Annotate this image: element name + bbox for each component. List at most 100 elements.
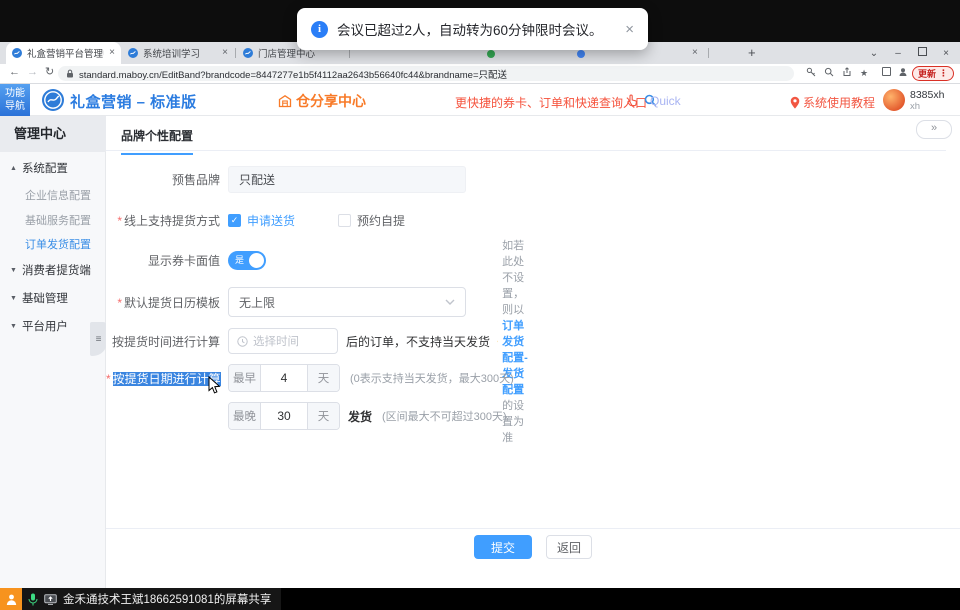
- chevron-up-icon: ▲: [10, 165, 17, 172]
- checkbox-self-pickup[interactable]: [338, 214, 351, 227]
- checkbox-self-pickup-label[interactable]: 预约自提: [357, 212, 405, 229]
- field-label: *默认提货日历模板: [106, 294, 228, 311]
- tab-close-icon[interactable]: ×: [222, 48, 228, 58]
- hidden-tab-favicon: [487, 50, 495, 58]
- warehouse-share-center-link[interactable]: 仓分享中心: [278, 91, 366, 111]
- user-sub: xh: [910, 101, 920, 112]
- update-label: 更新: [918, 67, 936, 80]
- nav-toggle-line2: 导航: [5, 100, 25, 113]
- back-icon[interactable]: ←: [9, 67, 20, 78]
- window-close-button[interactable]: ×: [934, 48, 958, 59]
- tab-close-icon[interactable]: ×: [109, 48, 115, 58]
- field-label: 显示券卡面值: [106, 252, 228, 269]
- time-calc-after-text: 后的订单，不支持当天发货: [346, 333, 490, 350]
- footer-divider: [106, 528, 960, 529]
- earliest-days-input[interactable]: 4: [261, 365, 307, 391]
- sidebar-group-system-config[interactable]: ▲ 系统配置: [0, 160, 106, 176]
- show-value-toggle[interactable]: 是: [228, 251, 266, 270]
- form-row-calendar-template: *默认提货日历模板 无上限: [106, 287, 466, 317]
- window-controls: ⌄ – ×: [862, 42, 958, 64]
- sidebar-group-consumer-pickup[interactable]: ▼ 消费者提货端: [0, 262, 106, 278]
- latest-unit: 天: [307, 403, 339, 429]
- zoom-icon[interactable]: [824, 67, 834, 82]
- time-picker-input[interactable]: 选择时间: [228, 328, 338, 354]
- sidebar-group-basic-management[interactable]: ▼ 基础管理: [0, 290, 106, 306]
- chevron-down-icon: ▼: [10, 323, 17, 330]
- new-tab-button[interactable]: +: [748, 45, 756, 60]
- tab-brand-config[interactable]: 品牌个性配置: [121, 127, 193, 155]
- quick-label[interactable]: Quick: [650, 94, 681, 108]
- latest-prefix: 最晚: [229, 403, 261, 429]
- tab-title: 系统培训学习: [143, 46, 217, 60]
- letterbox-bottom: 金禾通技术王斌18662591081的屏幕共享: [0, 588, 960, 610]
- field-label: 按提货时间进行计算: [106, 333, 228, 350]
- checkbox-delivery[interactable]: ✓: [228, 214, 241, 227]
- screen-share-icon: [44, 594, 57, 605]
- profile-icon[interactable]: [898, 67, 908, 82]
- password-key-icon[interactable]: [806, 67, 816, 82]
- field-label: 预售品牌: [106, 171, 228, 188]
- toast-text: 会议已超过2人，自动转为60分钟限时会议。: [337, 19, 603, 39]
- address-bar[interactable]: standard.maboy.cn/EditBand?brandcode=844…: [58, 66, 794, 81]
- username: 8385xh: [910, 89, 944, 101]
- chevron-down-icon: ▼: [10, 295, 17, 302]
- latest-hint: (区间最大不可超过300天): [382, 408, 507, 424]
- earliest-unit: 天: [307, 365, 339, 391]
- warehouse-icon: [278, 94, 292, 108]
- tutorial-link[interactable]: 系统使用教程: [790, 94, 875, 111]
- footer-buttons: 提交 返回: [106, 535, 960, 559]
- maximize-button[interactable]: [910, 47, 934, 59]
- sidebar-collapse-handle[interactable]: ≡: [90, 322, 107, 356]
- checkbox-delivery-label[interactable]: 申请送货: [247, 212, 295, 229]
- tab-separator: [708, 48, 709, 58]
- sidebar-group-label: 平台用户: [22, 318, 68, 334]
- panel-collapse-button[interactable]: »: [916, 120, 952, 139]
- browser-tab-2[interactable]: 系统培训学习 ×: [122, 42, 234, 64]
- menu-dots-icon[interactable]: ⋮: [939, 68, 948, 79]
- menu-lines-icon: ≡: [96, 334, 102, 345]
- function-nav-button[interactable]: 功能 导航: [0, 84, 30, 116]
- tab-search-icon[interactable]: ⌄: [862, 48, 886, 59]
- app-title: 礼盒营销 – 标准版: [70, 91, 197, 112]
- form-row-pickup-method: *线上支持提货方式 ✓ 申请送货 预约自提: [106, 212, 405, 228]
- minimize-button[interactable]: –: [886, 48, 910, 59]
- form-row-presale-brand: 预售品牌 只配送: [106, 166, 466, 193]
- bookmark-star-icon[interactable]: ★: [860, 67, 868, 80]
- sidebar-item-basic-service[interactable]: 基础服务配置: [25, 212, 91, 228]
- share-icon[interactable]: [842, 67, 852, 82]
- meeting-attendee-icon[interactable]: [0, 588, 22, 610]
- site-favicon: [243, 48, 253, 58]
- tip-pin-icon: [497, 335, 498, 348]
- latest-days-input[interactable]: 30: [261, 403, 307, 429]
- toast-close-icon[interactable]: ×: [625, 21, 634, 38]
- sidebar-group-label: 系统配置: [22, 160, 68, 176]
- tab-group-icon[interactable]: [882, 67, 891, 81]
- browser-toolbar: ← → ↻ standard.maboy.cn/EditBand?brandco…: [0, 64, 960, 84]
- microphone-icon: [28, 593, 38, 606]
- site-favicon: [12, 48, 22, 58]
- sidebar: 管理中心 ▲ 系统配置 企业信息配置 基础服务配置 订单发货配置 ▼ 消费者提货…: [0, 116, 106, 588]
- sidebar-item-label: 企业信息配置: [25, 190, 91, 202]
- screen-share-text: 金禾通技术王斌18662591081的屏幕共享: [63, 591, 271, 607]
- hidden-tab-favicon: [577, 50, 585, 58]
- sidebar-title: 管理中心: [0, 116, 106, 152]
- chrome-update-button[interactable]: 更新 ⋮: [912, 66, 954, 81]
- tab-title: 礼盒营销平台管理中心: [27, 46, 104, 60]
- user-avatar[interactable]: [883, 89, 905, 111]
- calendar-template-select[interactable]: 无上限: [228, 287, 466, 317]
- presale-brand-input[interactable]: 只配送: [228, 166, 466, 193]
- field-label: *线上支持提货方式: [106, 212, 228, 229]
- form-row-show-card-value: 显示券卡面值 是: [106, 251, 266, 270]
- sidebar-item-order-shipping[interactable]: 订单发货配置: [25, 236, 91, 252]
- tab-close-icon[interactable]: ×: [692, 47, 698, 58]
- latest-days-input-group: 最晚 30 天: [228, 402, 340, 430]
- browser-tab-1[interactable]: 礼盒营销平台管理中心 ×: [6, 42, 121, 64]
- forward-icon[interactable]: →: [27, 67, 38, 78]
- sidebar-item-enterprise-info[interactable]: 企业信息配置: [25, 187, 91, 203]
- input-value: 只配送: [239, 171, 275, 188]
- earliest-prefix: 最早: [229, 365, 261, 391]
- reload-icon[interactable]: ↻: [45, 67, 54, 78]
- back-button[interactable]: 返回: [546, 535, 592, 559]
- submit-button[interactable]: 提交: [474, 535, 532, 559]
- url-text: standard.maboy.cn/EditBand?brandcode=844…: [79, 67, 507, 81]
